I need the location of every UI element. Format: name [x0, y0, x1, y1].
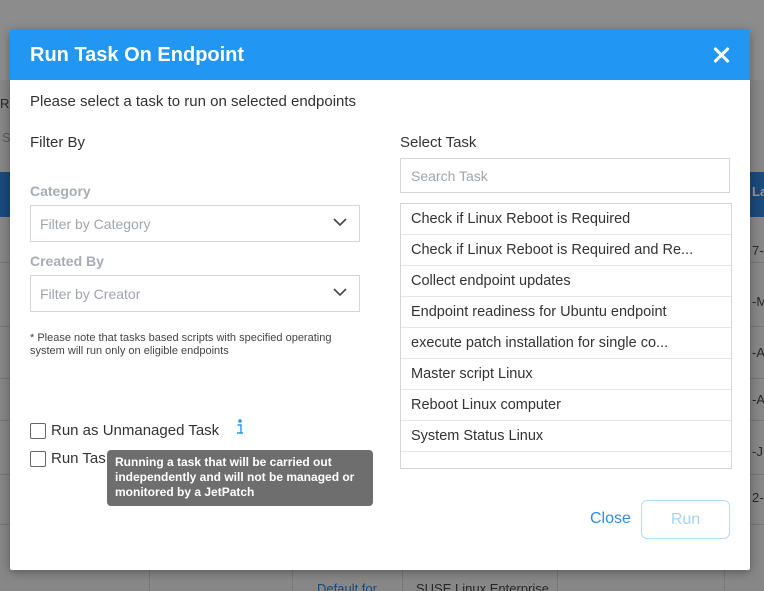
close-button[interactable]: Close [590, 510, 631, 528]
second-task-checkbox[interactable] [30, 450, 46, 467]
task-list-item[interactable]: Master script Linux [401, 359, 731, 390]
second-task-label: Run Tas [51, 450, 106, 467]
task-list: Check if Linux Reboot is Required Check … [400, 203, 732, 469]
created-by-label: Created By [30, 253, 104, 269]
task-list-item[interactable]: System Status Linux [401, 421, 731, 452]
close-icon[interactable] [710, 44, 732, 66]
select-task-heading: Select Task [400, 134, 477, 151]
chevron-down-icon [333, 218, 347, 227]
dialog-subtitle: Please select a task to run on selected … [30, 93, 357, 110]
unmanaged-task-label: Run as Unmanaged Task [51, 422, 220, 439]
filter-by-heading: Filter By [30, 134, 86, 151]
creator-placeholder: Filter by Creator [40, 285, 141, 302]
category-select[interactable]: Filter by Category [30, 205, 360, 242]
task-list-item[interactable]: execute patch installation for single co… [401, 328, 731, 359]
run-task-dialog: Run Task On Endpoint Please select a tas… [10, 30, 750, 570]
dialog-title: Run Task On Endpoint [30, 43, 245, 66]
task-list-item[interactable]: Collect endpoint updates [401, 266, 731, 297]
category-label: Category [30, 183, 91, 199]
task-search-input[interactable]: Search Task [400, 158, 730, 193]
unmanaged-task-option[interactable]: Run as Unmanaged Task [30, 422, 219, 439]
unmanaged-task-checkbox[interactable] [30, 422, 46, 439]
run-button[interactable]: Run [641, 500, 730, 539]
task-list-item[interactable]: Check if Linux Reboot is Required [401, 204, 731, 235]
chevron-down-icon [333, 288, 347, 297]
second-task-option[interactable]: Run Tas [30, 450, 106, 467]
task-search-placeholder: Search Task [411, 167, 488, 184]
info-icon[interactable] [234, 418, 246, 436]
task-list-item[interactable]: Check if Linux Reboot is Required and Re… [401, 235, 731, 266]
creator-select[interactable]: Filter by Creator [30, 275, 360, 312]
unmanaged-info-tooltip: Running a task that will be carried out … [107, 450, 373, 506]
task-list-item[interactable]: Endpoint readiness for Ubuntu endpoint [401, 297, 731, 328]
task-list-item[interactable]: Reboot Linux computer [401, 390, 731, 421]
os-eligibility-note: * Please note that tasks based scripts w… [30, 332, 332, 357]
dialog-header: Run Task On Endpoint [10, 30, 750, 80]
category-placeholder: Filter by Category [40, 215, 151, 232]
